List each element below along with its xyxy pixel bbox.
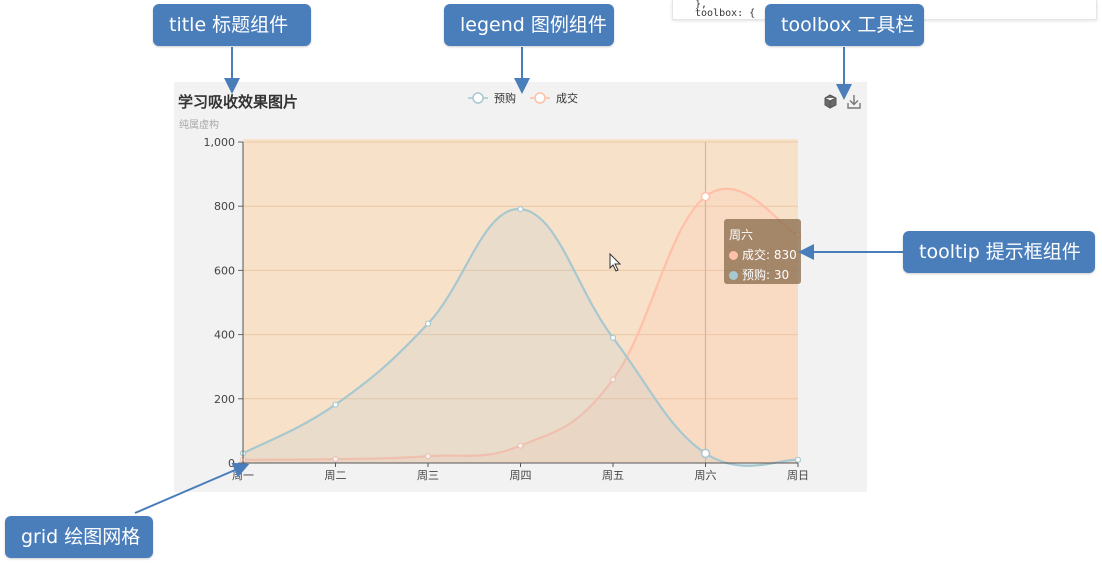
tooltip-row: 预购: 30 <box>729 265 801 285</box>
toolbox <box>822 92 862 112</box>
download-icon[interactable] <box>847 95 861 109</box>
title-callout: title 标题组件 <box>153 4 311 46</box>
grid-callout: grid 绘图网格 <box>5 516 153 558</box>
tooltip-row: 成交: 830 <box>729 245 801 265</box>
tooltip-value: 30 <box>773 268 790 282</box>
tooltip-series-name: 预购 <box>742 268 767 282</box>
chart-panel <box>174 82 867 492</box>
tooltip-title: 周六 <box>729 228 754 242</box>
series-dot-icon <box>729 270 738 280</box>
chart-subtitle: 纯属虚构 <box>179 120 219 131</box>
legend-callout: legend 图例组件 <box>444 4 614 46</box>
tooltip-value: 830 <box>773 248 797 262</box>
restore-icon[interactable] <box>824 94 837 109</box>
toolbox-callout: toolbox 工具栏 <box>765 4 924 46</box>
tooltip: 周六 成交: 830 预购: 30 <box>724 219 801 284</box>
chart-title: 学习吸收效果图片 <box>178 93 299 111</box>
tooltip-series-name: 成交 <box>742 248 767 262</box>
series-dot-icon <box>729 250 738 260</box>
tooltip-callout: tooltip 提示框组件 <box>903 231 1095 273</box>
